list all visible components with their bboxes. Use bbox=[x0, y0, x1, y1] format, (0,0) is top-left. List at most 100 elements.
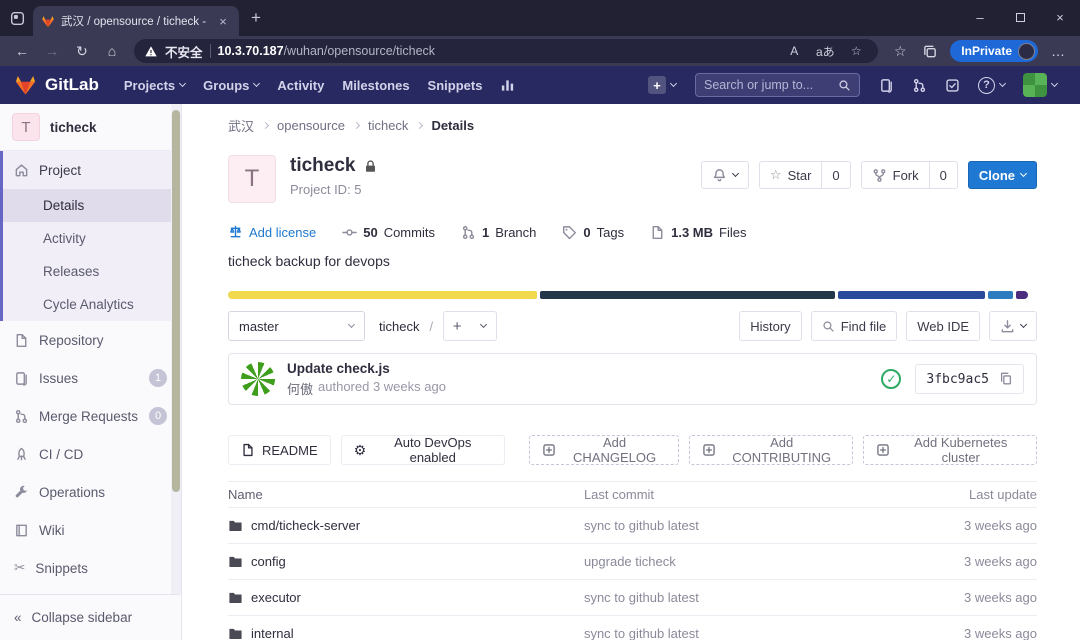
global-search[interactable] bbox=[695, 73, 860, 97]
language-bar[interactable] bbox=[228, 291, 1037, 299]
help-menu[interactable]: ? bbox=[969, 66, 1014, 104]
table-row[interactable]: config upgrade ticheck 3 weeks ago bbox=[228, 544, 1037, 580]
sidebar-project-context[interactable]: T ticheck bbox=[0, 104, 181, 151]
add-file-caret[interactable] bbox=[470, 312, 496, 340]
read-aloud-icon[interactable]: A bbox=[782, 44, 806, 58]
sidebar-scrollbar[interactable] bbox=[171, 104, 181, 594]
commit-title-link[interactable]: Update check.js bbox=[287, 361, 446, 376]
file-name[interactable]: internal bbox=[251, 626, 294, 640]
forward-button[interactable]: → bbox=[38, 39, 66, 63]
fork-count[interactable]: 0 bbox=[928, 161, 958, 189]
branches-stat[interactable]: 1 Branch bbox=[461, 225, 536, 240]
sidebar-item-merge-requests[interactable]: Merge Requests 0 bbox=[0, 397, 181, 435]
pipeline-status-icon[interactable]: ✓ bbox=[881, 369, 902, 389]
gitlab-logo[interactable]: GitLab bbox=[14, 74, 99, 96]
column-header-name[interactable]: Name bbox=[228, 487, 584, 502]
issues-icon[interactable] bbox=[870, 66, 903, 104]
sidebar-item-details[interactable]: Details bbox=[3, 189, 181, 222]
window-minimize-button[interactable]: – bbox=[960, 0, 1000, 34]
browser-menu-icon[interactable]: … bbox=[1044, 39, 1072, 63]
tab-actions-icon[interactable] bbox=[10, 11, 25, 26]
readme-button[interactable]: README bbox=[228, 435, 331, 465]
tree-path-root[interactable]: ticheck bbox=[379, 319, 419, 334]
find-file-button[interactable]: Find file bbox=[810, 311, 898, 341]
address-bar[interactable]: 不安全 10.3.70.187/wuhan/opensource/ticheck… bbox=[134, 39, 879, 63]
column-header-last-update[interactable]: Last update bbox=[917, 487, 1037, 502]
refresh-button[interactable]: ↻ bbox=[68, 39, 96, 63]
breadcrumb-subgroup[interactable]: opensource bbox=[277, 118, 345, 133]
star-button[interactable]: ☆ Star bbox=[758, 161, 823, 189]
nav-snippets[interactable]: Snippets bbox=[419, 66, 492, 104]
star-count[interactable]: 0 bbox=[821, 161, 851, 189]
breadcrumb-group[interactable]: 武汉 bbox=[228, 116, 254, 135]
security-label[interactable]: 不安全 bbox=[165, 42, 203, 61]
last-commit-message[interactable]: upgrade ticheck bbox=[584, 554, 917, 569]
file-name[interactable]: executor bbox=[251, 590, 301, 605]
auto-devops-button[interactable]: ⚙ Auto DevOps enabled bbox=[340, 435, 506, 465]
add-file-button[interactable]: + bbox=[444, 312, 470, 340]
favorites-add-icon[interactable]: ☆ bbox=[844, 44, 868, 58]
sidebar-item-cycle-analytics[interactable]: Cycle Analytics bbox=[3, 288, 181, 321]
sidebar-item-activity[interactable]: Activity bbox=[3, 222, 181, 255]
user-menu[interactable] bbox=[1014, 66, 1066, 104]
fork-button[interactable]: Fork bbox=[860, 161, 930, 189]
commits-stat[interactable]: 50 Commits bbox=[342, 225, 435, 240]
back-button[interactable]: ← bbox=[8, 39, 36, 63]
add-license-link[interactable]: Add license bbox=[228, 225, 316, 240]
download-button[interactable] bbox=[989, 311, 1037, 341]
nav-activity[interactable]: Activity bbox=[268, 66, 333, 104]
browser-tab[interactable]: 武汉 / opensource / ticheck - Gi × bbox=[33, 6, 239, 36]
copy-icon[interactable] bbox=[999, 372, 1013, 386]
translate-icon[interactable]: aあ bbox=[813, 43, 837, 60]
breadcrumb-project[interactable]: ticheck bbox=[368, 118, 408, 133]
sidebar-item-releases[interactable]: Releases bbox=[3, 255, 181, 288]
web-ide-button[interactable]: Web IDE bbox=[906, 311, 980, 341]
sidebar-item-wiki[interactable]: Wiki bbox=[0, 511, 181, 549]
tags-stat[interactable]: 0 Tags bbox=[562, 225, 624, 240]
branch-selector[interactable]: master bbox=[228, 311, 365, 341]
table-row[interactable]: cmd/ticheck-server sync to github latest… bbox=[228, 508, 1037, 544]
todos-icon[interactable] bbox=[936, 66, 969, 104]
table-row[interactable]: executor sync to github latest 3 weeks a… bbox=[228, 580, 1037, 616]
last-commit-message[interactable]: sync to github latest bbox=[584, 626, 917, 640]
history-button[interactable]: History bbox=[739, 311, 802, 341]
add-changelog-button[interactable]: Add CHANGELOG bbox=[529, 435, 679, 465]
window-maximize-button[interactable] bbox=[1000, 0, 1040, 34]
inprivate-badge[interactable]: InPrivate bbox=[950, 40, 1038, 62]
merge-requests-icon[interactable] bbox=[903, 66, 936, 104]
nav-groups[interactable]: Groups bbox=[194, 66, 268, 104]
file-name[interactable]: config bbox=[251, 554, 286, 569]
window-close-button[interactable]: × bbox=[1040, 0, 1080, 34]
file-name[interactable]: cmd/ticheck-server bbox=[251, 518, 360, 533]
files-stat[interactable]: 1.3 MB Files bbox=[650, 225, 746, 240]
notification-dropdown-button[interactable] bbox=[700, 161, 749, 189]
last-commit-message[interactable]: sync to github latest bbox=[584, 518, 917, 533]
add-contributing-button[interactable]: Add CONTRIBUTING bbox=[688, 435, 854, 465]
collections-icon[interactable] bbox=[916, 44, 944, 59]
table-row[interactable]: internal sync to github latest 3 weeks a… bbox=[228, 616, 1037, 640]
commit-author-link[interactable]: 何傲 bbox=[287, 379, 313, 398]
clone-button[interactable]: Clone bbox=[967, 161, 1037, 189]
search-input[interactable] bbox=[704, 78, 838, 92]
scrollbar-thumb[interactable] bbox=[172, 110, 180, 493]
column-header-last-commit[interactable]: Last commit bbox=[584, 487, 917, 502]
sidebar-item-project[interactable]: Project bbox=[3, 151, 181, 189]
sidebar-item-issues[interactable]: Issues 1 bbox=[0, 359, 181, 397]
sidebar-item-repository[interactable]: Repository bbox=[0, 321, 181, 359]
nav-projects[interactable]: Projects bbox=[115, 66, 194, 104]
address-divider bbox=[209, 44, 211, 58]
new-dropdown-button[interactable]: + bbox=[639, 66, 685, 104]
collapse-sidebar-button[interactable]: « Collapse sidebar bbox=[0, 594, 180, 640]
home-button[interactable]: ⌂ bbox=[98, 39, 126, 63]
new-tab-button[interactable]: + bbox=[251, 8, 261, 28]
last-commit-message[interactable]: sync to github latest bbox=[584, 590, 917, 605]
charts-icon[interactable] bbox=[491, 66, 524, 104]
tab-close-icon[interactable]: × bbox=[215, 14, 231, 29]
sidebar-item-operations[interactable]: Operations bbox=[0, 473, 181, 511]
sidebar-item-snippets[interactable]: ✂ Snippets bbox=[0, 549, 181, 587]
nav-milestones[interactable]: Milestones bbox=[333, 66, 418, 104]
favorites-icon[interactable]: ☆ bbox=[886, 39, 914, 63]
sidebar-item-ci-cd[interactable]: CI / CD bbox=[0, 435, 181, 473]
commit-author-avatar[interactable] bbox=[241, 362, 275, 396]
add-kubernetes-button[interactable]: Add Kubernetes cluster bbox=[863, 435, 1037, 465]
